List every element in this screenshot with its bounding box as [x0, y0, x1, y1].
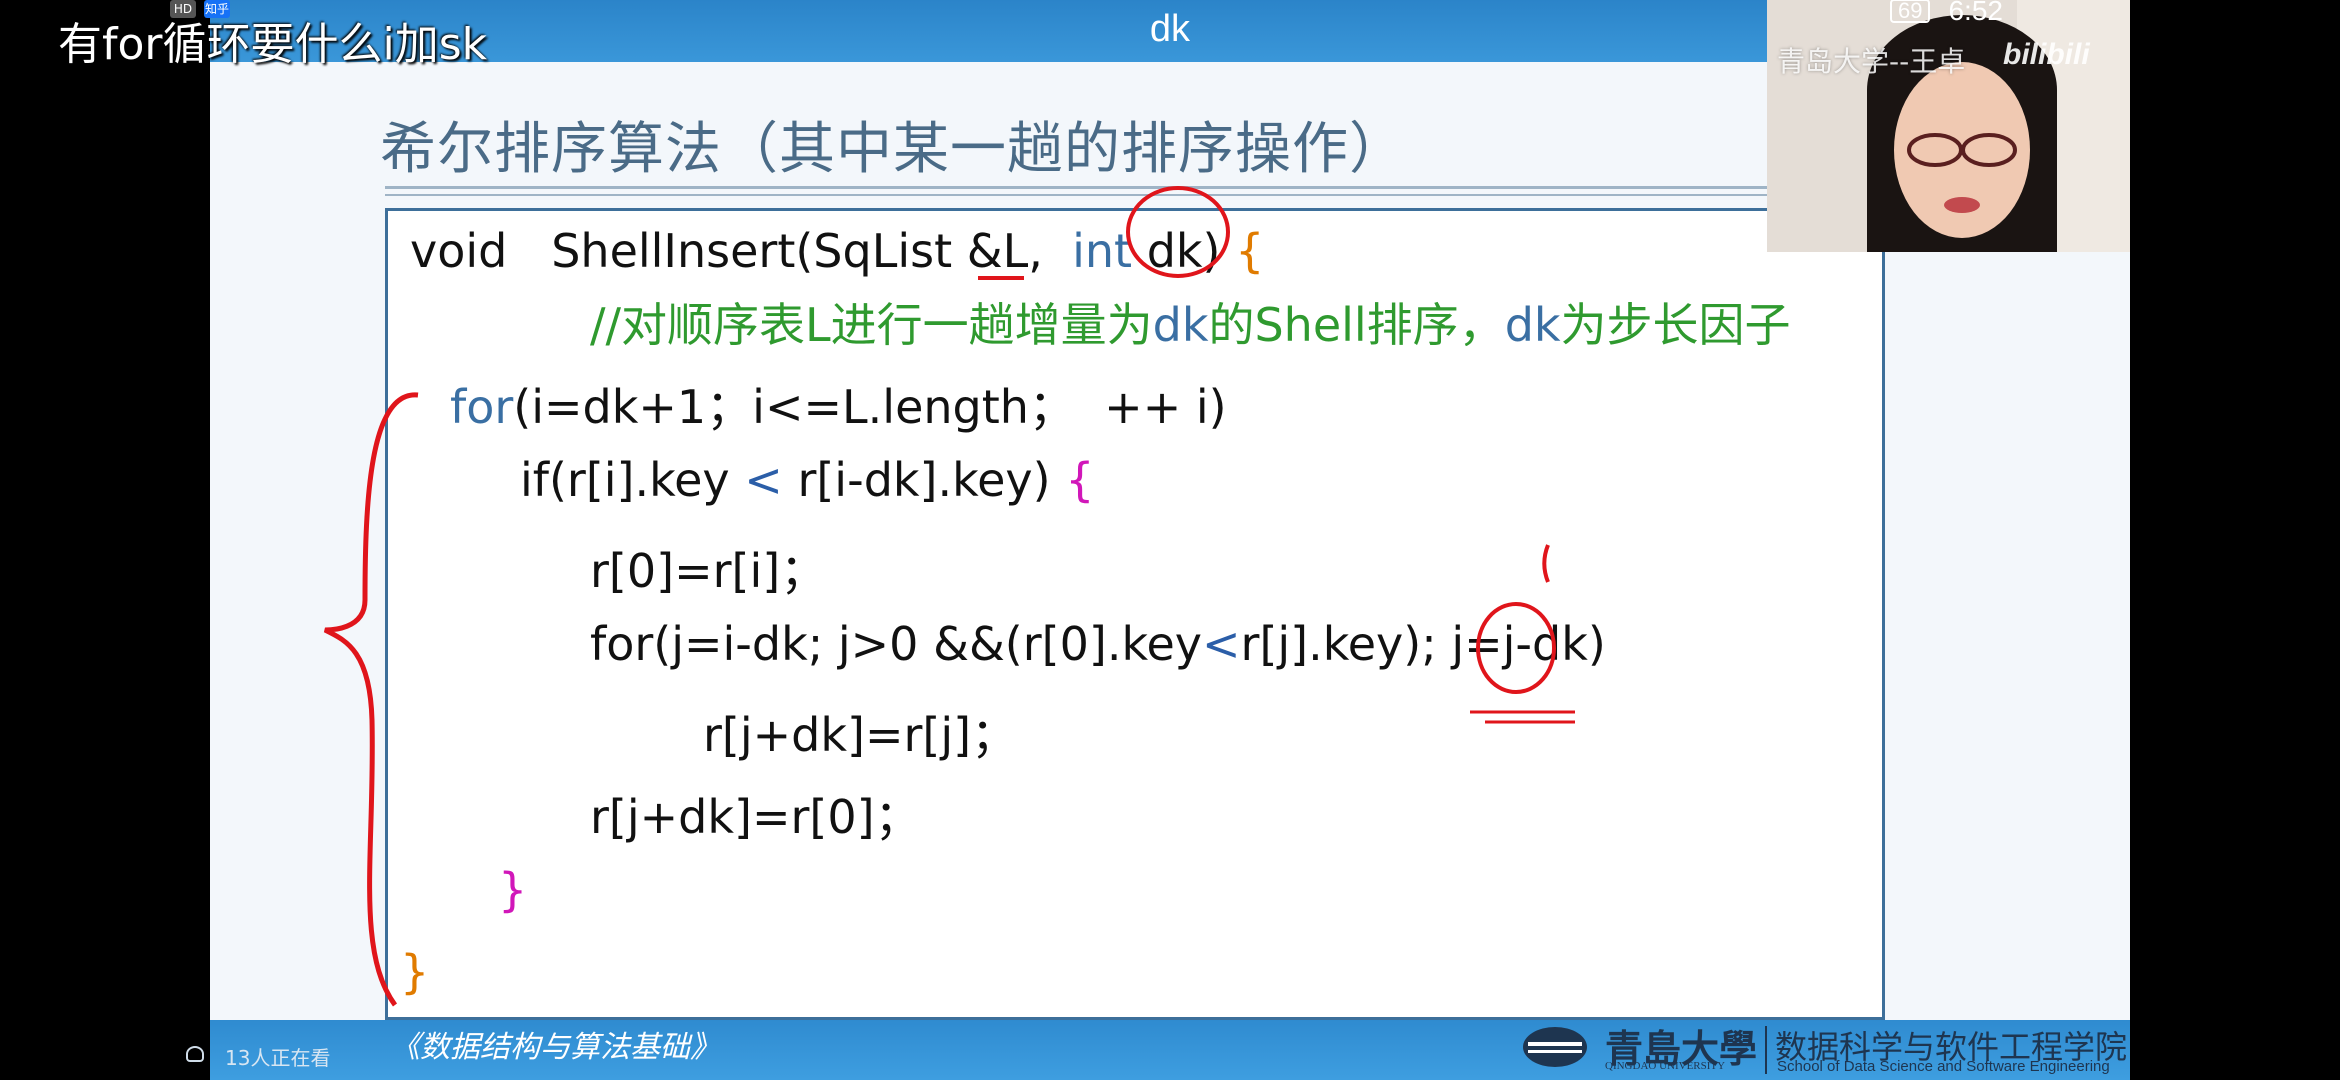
code-line: r[j+dk]=r[0]； [590, 781, 921, 847]
code-token: } [498, 863, 528, 917]
course-name: 《数据结构与算法基础》 [390, 1030, 720, 1065]
slide-title: 希尔排序算法（其中某一趟的排序操作） [380, 117, 1406, 182]
code-token: //对顺序表L进行一趟增量为 [590, 298, 1153, 352]
code-token: dk) [1132, 224, 1236, 278]
code-line: } [400, 945, 429, 999]
status-bar-right: 69 6:52 [1890, 0, 2003, 26]
code-line: //对顺序表L进行一趟增量为dk的Shell排序，dk为步长因子 [590, 289, 1791, 355]
code-line: for(j=i-dk; j>0 &&(r[0].key<r[j].key); j… [590, 617, 1606, 671]
code-token: < [1201, 617, 1241, 671]
code-token: dk [1152, 298, 1209, 352]
code-token: 为步长因子 [1560, 298, 1791, 352]
status-time: 6:52 [1948, 0, 2003, 26]
code-token: for(j=i-dk; j>0 &&(r[0].key [590, 617, 1202, 671]
code-line: r[0]=r[i]； [590, 535, 826, 601]
code-line: r[j+dk]=r[j]； [703, 699, 1017, 765]
battery-icon: 69 [1890, 0, 1931, 23]
danmaku-comment: 有for循环要什么i加sk [58, 19, 488, 70]
code-token: r[j].key); j=j-dk) [1240, 617, 1606, 671]
code-block: void ShellInsert(SqList &L, int dk) { //对… [385, 208, 1885, 1020]
code-token: r[i-dk].key) [782, 453, 1066, 507]
code-token: void ShellInsert(SqList &L, [410, 224, 1073, 278]
code-token: r[0]=r[i]； [590, 544, 827, 598]
webcam-overlay: 青岛大学--王卓 bilibili [1767, 0, 2130, 252]
code-token: dk [1504, 298, 1561, 352]
university-logo [1523, 1027, 1587, 1067]
viewer-icon [186, 1046, 204, 1062]
code-token: 的Shell排序， [1208, 298, 1505, 352]
code-token: if(r[i].key [520, 453, 745, 507]
code-line: for(i=dk+1；i<=L.length； ++ i) [450, 371, 1227, 437]
code-token: < [744, 453, 783, 507]
code-token: r[j+dk]=r[0]； [590, 790, 921, 844]
bilibili-logo: bilibili [2003, 38, 2090, 71]
code-line: } [498, 863, 527, 917]
viewer-count: 13人正在看 [225, 1046, 331, 1070]
code-token: int [1072, 224, 1133, 278]
code-token: { [1235, 224, 1265, 278]
code-token: r[j+dk]=r[j]； [703, 708, 1018, 762]
dept-divider [1765, 1026, 1767, 1074]
code-token: { [1065, 453, 1095, 507]
presenter-label: 青岛大学--王卓 [1777, 45, 1966, 78]
code-line: if(r[i].key < r[i-dk].key) { [520, 453, 1094, 507]
department-name-en: School of Data Science and Software Engi… [1777, 1058, 2110, 1075]
code-token: (i=dk+1；i<=L.length； ++ i) [513, 380, 1227, 434]
title-divider [385, 186, 1985, 196]
code-line: void ShellInsert(SqList &L, int dk) { [410, 224, 1264, 278]
university-name-en: QINGDAO UNIVERSITY [1605, 1060, 1726, 1072]
code-token: for [450, 380, 514, 434]
code-token: } [400, 945, 430, 999]
